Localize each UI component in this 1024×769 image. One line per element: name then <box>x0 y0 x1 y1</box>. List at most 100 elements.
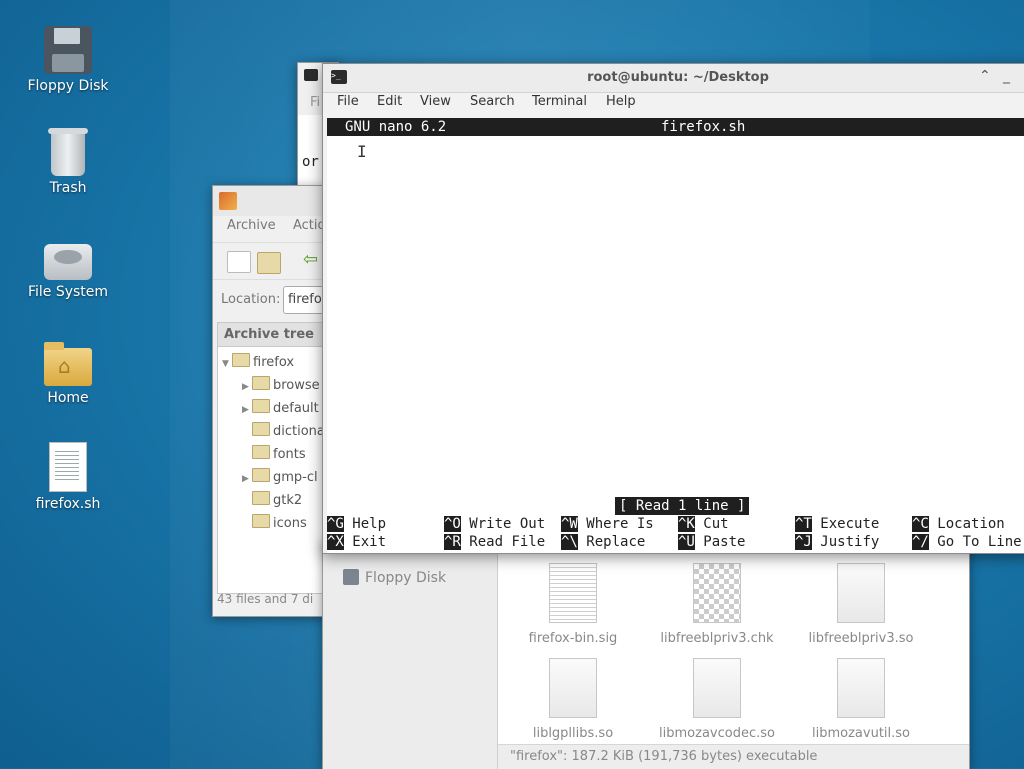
shortcut-label: Execute <box>820 516 880 532</box>
menu-archive[interactable]: Archive <box>227 218 276 233</box>
folder-icon <box>252 376 270 390</box>
file-name: libfreeblpriv3.chk <box>660 631 774 646</box>
library-file-icon <box>549 658 597 718</box>
file-item[interactable]: libfreeblpriv3.chk <box>647 563 787 646</box>
shortcut-key: ^C <box>912 516 929 532</box>
desktop-icon-floppy-disk[interactable]: Floppy Disk <box>18 26 118 94</box>
shortcut-justify[interactable]: ^J Justify <box>795 533 879 551</box>
tree-item[interactable]: dictiona <box>242 422 325 439</box>
file-name: firefox-bin.sig <box>528 631 618 646</box>
terminal-title-bar[interactable]: >_ root@ubuntu: ~/Desktop ⌃ _ <box>323 64 1024 93</box>
file-name: liblgpllibs.so <box>532 726 614 741</box>
sidebar-item-floppy-disk[interactable]: Floppy Disk <box>343 569 446 586</box>
library-file-icon <box>837 658 885 718</box>
shortcut-location[interactable]: ^C Location <box>912 515 1005 533</box>
shortcut-label: Go To Line <box>937 534 1022 550</box>
chevron-down-icon[interactable]: ▼ <box>222 359 232 369</box>
shortcut-key: ^O <box>444 516 461 532</box>
menu-file-partial[interactable]: Fi <box>310 95 320 110</box>
desktop-icon-trash[interactable]: Trash <box>18 128 118 196</box>
desktop-icon-file-system[interactable]: File System <box>18 236 118 300</box>
home-folder-icon <box>44 342 92 386</box>
shortcut-label: Justify <box>820 534 880 550</box>
shortcut-key: ^X <box>327 534 344 550</box>
file-manager-status-bar: "firefox": 187.2 KiB (191,736 bytes) exe… <box>498 744 969 769</box>
shortcut-replace[interactable]: ^\ Replace <box>561 533 645 551</box>
shortcut-write-out[interactable]: ^O Write Out <box>444 515 545 533</box>
menu-edit[interactable]: Edit <box>377 94 402 109</box>
file-grid[interactable]: firefox-bin.sig libfreeblpriv3.chk libfr… <box>498 541 969 745</box>
folder-icon <box>252 422 270 436</box>
window-title: root@ubuntu: ~/Desktop <box>587 70 769 85</box>
shortcut-key: ^K <box>678 516 695 532</box>
document-file-icon <box>549 563 597 623</box>
nano-editor[interactable]: GNU nano 6.2 firefox.sh I [ Read 1 line … <box>327 118 1024 553</box>
desktop-icon-label: firefox.sh <box>35 496 101 512</box>
menu-terminal[interactable]: Terminal <box>532 94 587 109</box>
maximize-icon[interactable]: ⌃ <box>979 68 991 84</box>
menu-help[interactable]: Help <box>606 94 636 109</box>
floppy-disk-icon <box>343 569 359 585</box>
tree-item-label: fonts <box>273 447 306 462</box>
nano-terminal-window[interactable]: >_ root@ubuntu: ~/Desktop ⌃ _ File Edit … <box>322 63 1024 554</box>
file-item[interactable]: libmozavutil.so <box>791 658 931 741</box>
shortcut-paste[interactable]: ^U Paste <box>678 533 745 551</box>
file-item[interactable]: libfreeblpriv3.so <box>791 563 931 646</box>
tree-item[interactable]: fonts <box>242 445 306 462</box>
tree-item[interactable]: gtk2 <box>242 491 302 508</box>
nano-status-message: [ Read 1 line ] <box>615 497 750 515</box>
file-name: libfreeblpriv3.so <box>808 631 914 646</box>
tree-item[interactable]: ▶ gmp-cl <box>242 468 318 485</box>
file-item[interactable]: firefox-bin.sig <box>503 563 643 646</box>
shortcut-label: Cut <box>703 516 729 532</box>
shortcut-label: Location <box>937 516 1005 532</box>
folder-icon <box>252 445 270 459</box>
folder-icon <box>252 491 270 505</box>
tree-item-label: gtk2 <box>273 493 303 508</box>
text-cursor-icon: I <box>357 142 367 161</box>
shortcut-read-file[interactable]: ^R Read File <box>444 533 545 551</box>
menu-file[interactable]: File <box>337 94 359 109</box>
folder-icon <box>252 514 270 528</box>
file-manager-window[interactable]: Floppy Disk firefox-bin.sig libfreeblpri… <box>322 540 970 769</box>
tree-item[interactable]: ▶ browse <box>242 376 320 393</box>
shortcut-key: ^\ <box>561 534 578 550</box>
tree-item-label: dictiona <box>273 424 325 439</box>
file-item[interactable]: libmozavcodec.so <box>647 658 787 741</box>
shortcut-where-is[interactable]: ^W Where Is <box>561 515 654 533</box>
file-item[interactable]: liblgpllibs.so <box>503 658 643 741</box>
shortcut-go-to-line[interactable]: ^/ Go To Line <box>912 533 1022 551</box>
trash-icon <box>48 128 88 176</box>
tree-item[interactable]: ▶ default <box>242 399 319 416</box>
desktop-icon-home[interactable]: Home <box>18 340 118 406</box>
tree-item-label: gmp-cl <box>273 470 318 485</box>
file-name: libmozavcodec.so <box>659 726 775 741</box>
tree-item-firefox[interactable]: ▼ firefox <box>222 353 294 370</box>
shortcut-exit[interactable]: ^X Exit <box>327 533 386 551</box>
open-folder-icon[interactable] <box>257 252 281 274</box>
shortcut-key: ^T <box>795 516 812 532</box>
chevron-right-icon[interactable]: ▶ <box>242 474 252 484</box>
shortcut-cut[interactable]: ^K Cut <box>678 515 729 533</box>
new-archive-icon[interactable] <box>227 251 251 273</box>
chevron-right-icon[interactable]: ▶ <box>242 405 252 415</box>
shortcut-execute[interactable]: ^T Execute <box>795 515 879 533</box>
shortcut-label: Replace <box>586 534 646 550</box>
folder-icon <box>252 468 270 482</box>
shortcut-key: ^U <box>678 534 695 550</box>
desktop-icon-label: Floppy Disk <box>27 78 109 94</box>
desktop-icon-firefox-sh[interactable]: firefox.sh <box>18 442 118 512</box>
shortcut-label: Paste <box>703 534 746 550</box>
chevron-right-icon[interactable]: ▶ <box>242 382 252 392</box>
library-file-icon <box>837 563 885 623</box>
nano-version: GNU nano 6.2 <box>345 119 447 135</box>
archive-tree[interactable]: ▼ firefox ▶ browse ▶ default dictiona fonts… <box>217 346 335 594</box>
menu-search[interactable]: Search <box>470 94 515 109</box>
shortcut-label: Help <box>352 516 387 532</box>
minimize-icon[interactable]: _ <box>1003 68 1010 84</box>
shortcut-help[interactable]: ^G Help <box>327 515 386 533</box>
tree-item[interactable]: icons <box>242 514 307 531</box>
menu-actions[interactable]: Actio <box>293 218 325 233</box>
checksum-file-icon <box>693 563 741 623</box>
menu-view[interactable]: View <box>420 94 451 109</box>
